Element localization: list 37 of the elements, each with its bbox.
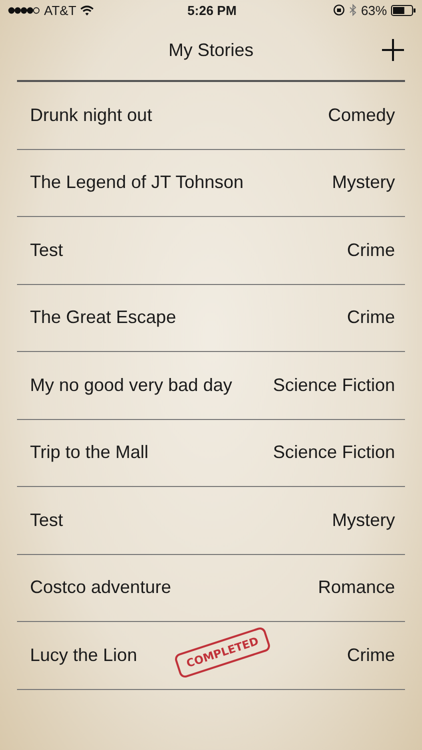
story-row[interactable]: The Great Escape Crime: [17, 284, 405, 352]
story-genre: Mystery: [332, 172, 395, 194]
battery-percentage: 63%: [360, 2, 387, 18]
story-row[interactable]: The Legend of JT Tohnson Mystery: [17, 150, 405, 217]
story-row[interactable]: Test Crime: [17, 217, 405, 284]
story-title: The Legend of JT Tohnson: [30, 172, 244, 194]
story-row[interactable]: Trip to the Mall Science Fiction: [17, 420, 405, 487]
bluetooth-icon: [348, 4, 357, 16]
signal-icon: [8, 6, 40, 14]
story-title: Lucy the Lion: [30, 644, 138, 666]
wifi-icon: [80, 4, 94, 16]
story-row[interactable]: Test Mystery: [17, 487, 405, 554]
story-title: Test: [30, 240, 64, 261]
story-title: The Great Escape: [30, 307, 176, 328]
story-row[interactable]: My no good very bad day Science Fiction: [17, 352, 405, 420]
story-genre: Mystery: [332, 510, 395, 531]
story-genre: Crime: [347, 240, 395, 261]
story-genre: Romance: [318, 577, 395, 598]
story-genre: Science Fiction: [272, 442, 395, 464]
rotation-lock-icon: [332, 4, 345, 16]
nav-title: My Stories: [168, 40, 254, 60]
status-time: 5:26 PM: [187, 2, 237, 18]
story-title: My no good very bad day: [30, 374, 232, 396]
story-genre: Crime: [347, 644, 395, 666]
carrier-label: AT&T: [44, 2, 76, 18]
add-button[interactable]: [381, 38, 405, 62]
story-title: Trip to the Mall: [30, 442, 148, 464]
story-title: Test: [30, 510, 64, 531]
plus-icon: [381, 38, 405, 62]
story-genre: Comedy: [328, 104, 395, 126]
story-row[interactable]: Costco adventure Romance: [17, 554, 405, 622]
story-title: Drunk night out: [30, 104, 152, 126]
story-row[interactable]: Drunk night out Comedy: [17, 82, 405, 150]
battery-icon: [390, 4, 416, 16]
story-genre: Crime: [347, 307, 395, 328]
story-title: Costco adventure: [30, 577, 172, 598]
story-genre: Science Fiction: [272, 374, 395, 396]
